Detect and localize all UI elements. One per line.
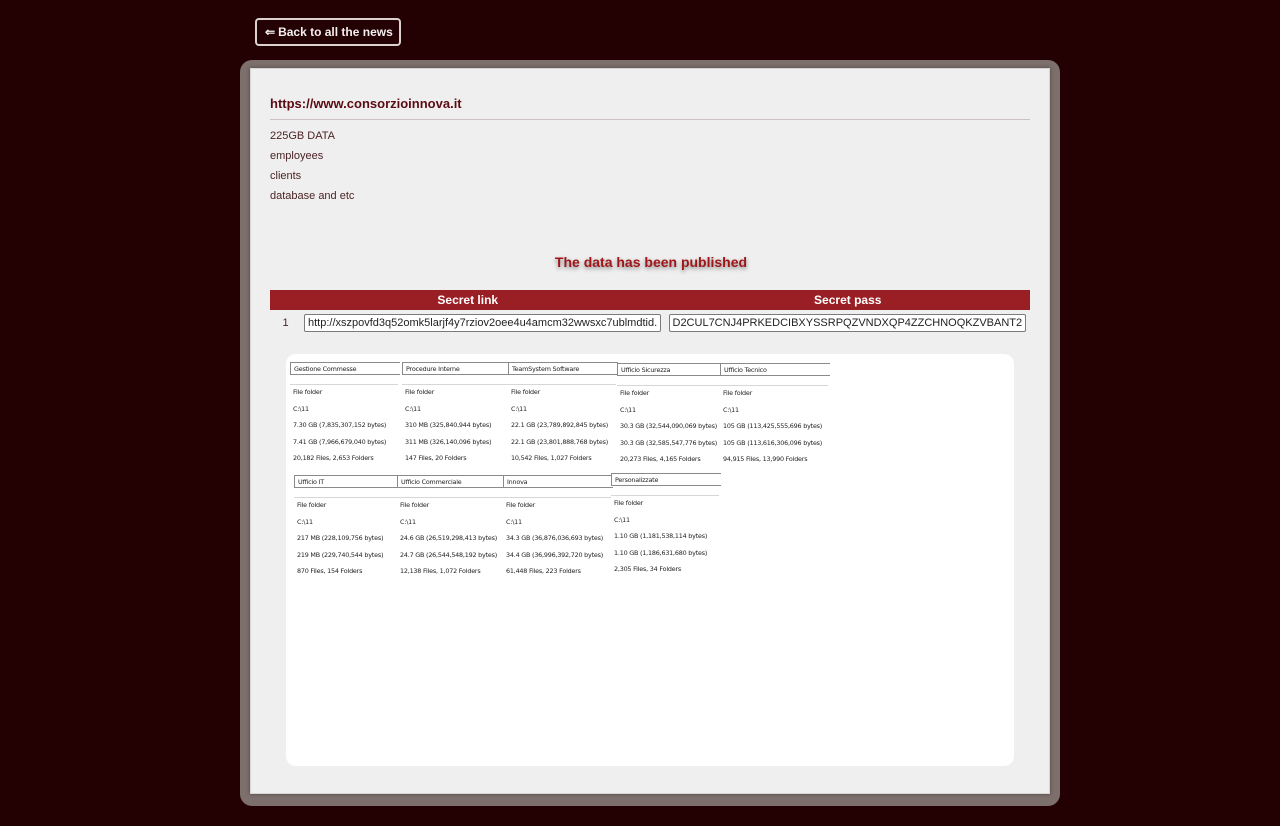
folder-properties: Personalizzate File folder C:\11 1.10 GB (1…	[611, 473, 721, 578]
folder-size-on-disk: 311 MB (326,140,096 bytes)	[405, 437, 492, 446]
folder-size: 22.1 GB (23,789,892,845 bytes)	[511, 421, 609, 429]
secret-pass-header: Secret pass	[665, 290, 1030, 310]
folder-type: File folder	[297, 501, 327, 509]
folder-name: Ufficio Commerciale	[397, 475, 507, 488]
folder-divider	[290, 384, 398, 385]
folder-location: C:\11	[511, 404, 527, 413]
folder-divider	[294, 497, 402, 498]
folder-properties: Procedure Interne File folder C:\11 310 MB …	[402, 362, 512, 467]
folder-size: 30.3 GB (32,544,090,069 bytes)	[620, 422, 718, 430]
table-row: 1	[270, 310, 1030, 335]
folder-properties: Ufficio Tecnico File folder C:\11 105 GB (1…	[720, 363, 830, 468]
folder-location: C:\11	[723, 405, 739, 414]
leak-screenshot: Gestione Commesse File folder C:\11 7.30 GB…	[286, 354, 1014, 766]
folder-type: File folder	[723, 389, 753, 397]
folder-size-on-disk: 24.7 GB (26,544,548,192 bytes)	[400, 550, 498, 559]
folder-divider	[402, 384, 510, 385]
folder-name: Gestione Commesse	[290, 362, 400, 375]
folder-type: File folder	[400, 501, 430, 509]
folder-contains: 870 Files, 154 Folders	[297, 567, 363, 575]
folder-divider	[617, 385, 725, 386]
secret-pass-cell	[666, 310, 1031, 335]
folder-properties: Innova File folder C:\11 34.3 GB (36,876,03…	[503, 475, 613, 580]
folder-type: File folder	[614, 499, 644, 507]
folder-type: File folder	[405, 388, 435, 396]
folder-size-on-disk: 30.3 GB (32,585,547,776 bytes)	[620, 438, 718, 447]
secret-link-cell	[301, 310, 666, 335]
folder-size-on-disk: 22.1 GB (23,801,888,768 bytes)	[511, 437, 609, 446]
folder-contains: 147 Files, 20 Folders	[405, 454, 467, 462]
folder-contains: 2,305 Files, 34 Folders	[614, 565, 682, 573]
folder-location: C:\11	[620, 405, 636, 414]
folder-name: Ufficio IT	[294, 475, 404, 488]
folder-contains: 20,273 Files, 4,165 Folders	[620, 455, 701, 463]
title-divider	[270, 119, 1030, 120]
folder-size-on-disk: 1.10 GB (1,186,631,680 bytes)	[614, 548, 708, 557]
secrets-table: Secret link Secret pass 1	[270, 290, 1030, 335]
folder-name: TeamSystem Software	[508, 362, 618, 375]
detail-item: employees	[270, 150, 324, 162]
folder-type: File folder	[293, 388, 323, 396]
folder-name: Ufficio Tecnico	[720, 363, 830, 376]
folder-properties: Ufficio Sicurezza File folder C:\11 30.3 GB…	[617, 363, 727, 468]
detail-item: database and etc	[270, 190, 355, 202]
folder-location: C:\11	[614, 515, 630, 524]
folder-properties: TeamSystem Software File folder C:\11 22.1 …	[508, 362, 618, 467]
back-arrow-icon: ⇐	[265, 25, 276, 39]
folder-size: 34.3 GB (36,876,036,693 bytes)	[506, 534, 604, 542]
folder-contains: 20,182 Files, 2,653 Folders	[293, 454, 374, 462]
folder-location: C:\11	[297, 517, 313, 526]
folder-size-on-disk: 7.41 GB (7,966,679,040 bytes)	[293, 437, 387, 446]
secret-pass-input[interactable]	[668, 313, 1026, 332]
post-title: https://www.consorzioinnova.it	[270, 96, 462, 111]
detail-item: 225GB DATA	[270, 130, 336, 142]
row-index: 1	[282, 316, 289, 329]
folder-contains: 94,915 Files, 13,990 Folders	[723, 455, 808, 463]
post-card: https://www.consorzioinnova.it 225GB DAT…	[250, 68, 1050, 794]
folder-contains: 61,448 Files, 223 Folders	[506, 567, 581, 575]
folder-divider	[397, 497, 505, 498]
folder-size: 24.6 GB (26,519,298,413 bytes)	[400, 534, 498, 542]
folder-name: Innova	[503, 475, 613, 488]
back-to-news-label: Back to all the news	[278, 25, 393, 39]
folder-divider	[503, 497, 611, 498]
folder-properties: Ufficio IT File folder C:\11 217 MB (228,10…	[294, 475, 404, 580]
folder-size: 105 GB (113,425,555,696 bytes)	[723, 422, 823, 430]
detail-item: clients	[270, 170, 302, 182]
folder-location: C:\11	[506, 517, 522, 526]
back-to-news-button[interactable]: ⇐ Back to all the news	[255, 18, 401, 46]
folder-contains: 12,138 Files, 1,072 Folders	[400, 567, 481, 575]
folder-location: C:\11	[405, 404, 421, 413]
folder-type: File folder	[620, 389, 650, 397]
folder-properties: Gestione Commesse File folder C:\11 7.30 GB…	[290, 362, 400, 467]
folder-type: File folder	[506, 501, 536, 509]
folder-location: C:\11	[400, 517, 416, 526]
folder-divider	[720, 385, 828, 386]
folder-size-on-disk: 34.4 GB (36,996,392,720 bytes)	[506, 550, 604, 559]
folder-location: C:\11	[293, 404, 309, 413]
folder-name: Ufficio Sicurezza	[617, 363, 727, 376]
folder-type: File folder	[511, 388, 541, 396]
folder-divider	[508, 384, 616, 385]
folder-size-on-disk: 219 MB (229,740,544 bytes)	[297, 550, 384, 559]
secret-link-input[interactable]	[304, 313, 661, 332]
folder-size: 1.10 GB (1,181,538,114 bytes)	[614, 532, 708, 540]
published-status: The data has been published	[554, 254, 748, 270]
folder-size: 310 MB (325,840,944 bytes)	[405, 421, 492, 429]
secret-link-header: Secret link	[270, 290, 666, 310]
folder-name: Personalizzate	[611, 473, 721, 486]
folder-contains: 10,542 Files, 1,027 Folders	[511, 454, 592, 462]
folder-size: 7.30 GB (7,835,307,152 bytes)	[293, 421, 387, 429]
folder-size-on-disk: 105 GB (113,616,306,096 bytes)	[723, 438, 823, 447]
folder-properties: Ufficio Commerciale File folder C:\11 24.6 …	[397, 475, 507, 580]
folder-divider	[611, 495, 719, 496]
secrets-header-row: Secret link Secret pass	[270, 290, 1030, 310]
content-frame: https://www.consorzioinnova.it 225GB DAT…	[240, 60, 1060, 806]
post-details: 225GB DATA employees clients database an…	[270, 128, 354, 208]
folder-size: 217 MB (228,109,756 bytes)	[297, 534, 384, 542]
folder-name: Procedure Interne	[402, 362, 512, 375]
